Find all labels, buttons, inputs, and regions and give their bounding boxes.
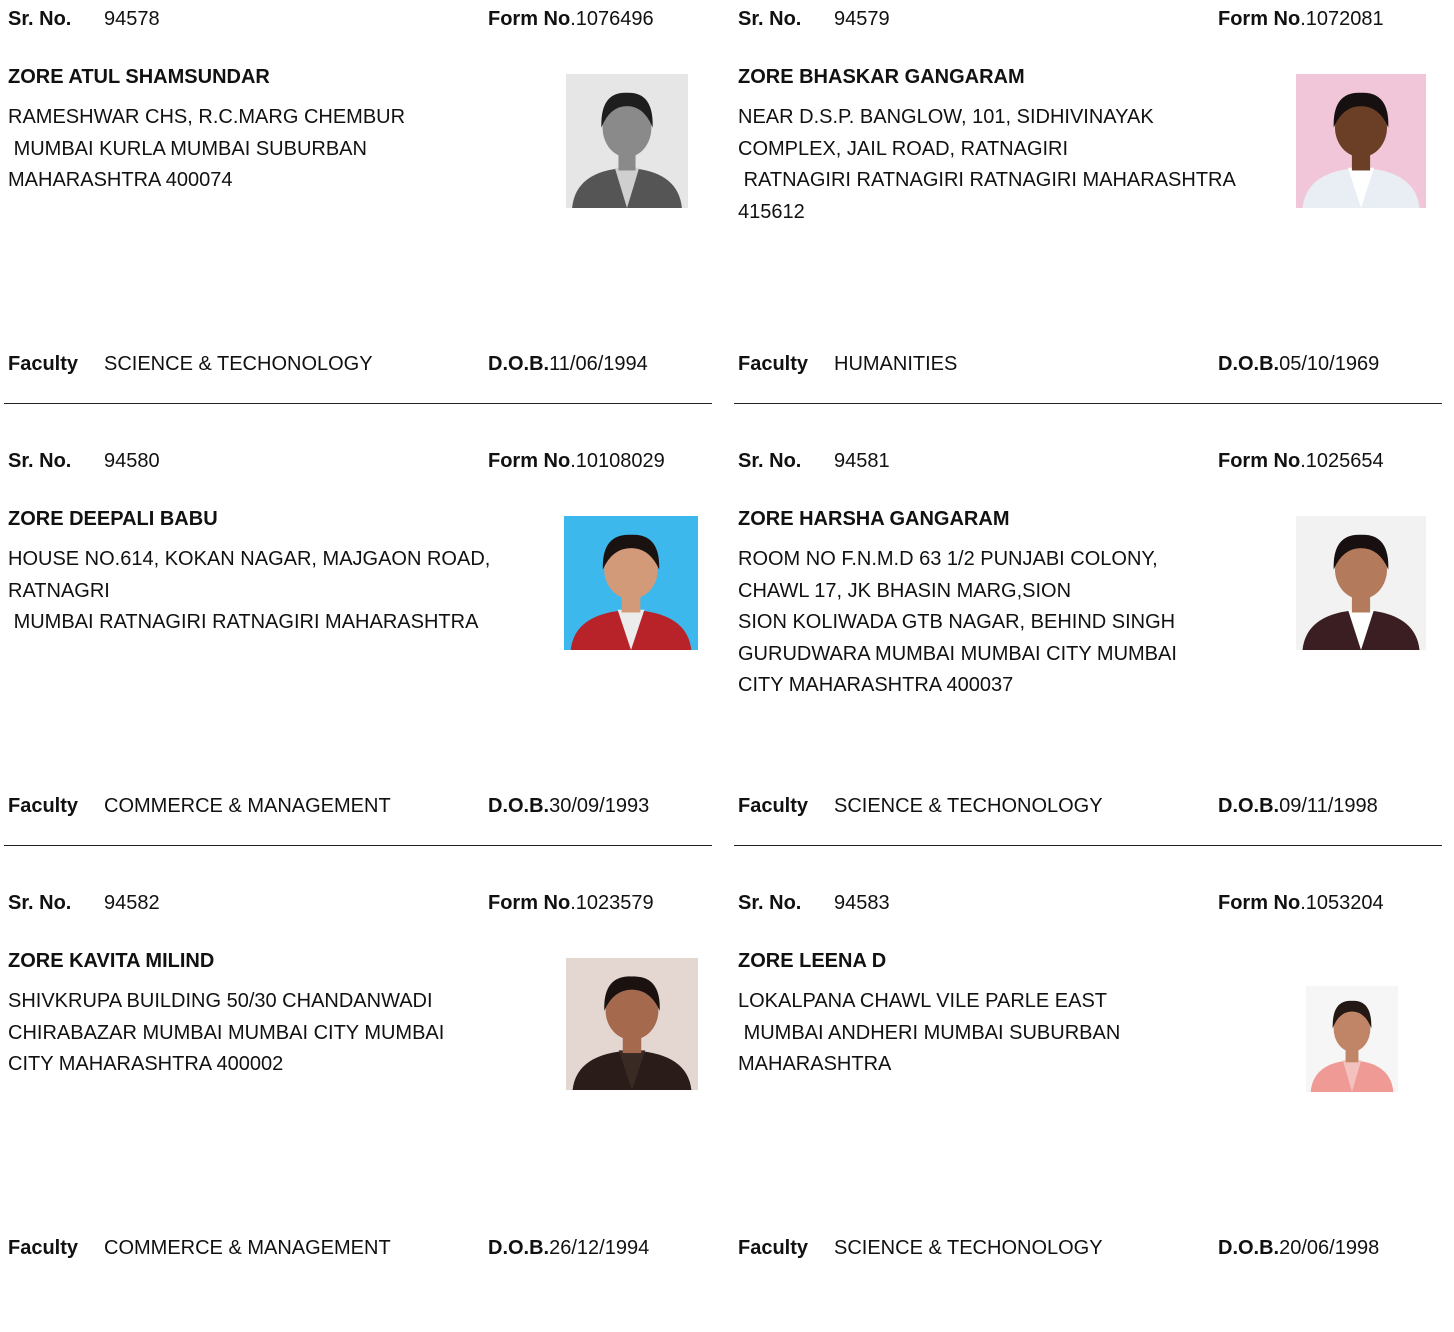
form-no-value: .1023579 — [570, 892, 654, 914]
record-card: Sr. No. 94582 Form No.1023579 ZORE KAVITA M… — [0, 890, 712, 1332]
faculty-label: Faculty — [738, 353, 809, 375]
faculty-value: SCIENCE & TECHONOLOGY — [834, 795, 1103, 817]
faculty-label: Faculty — [8, 1237, 79, 1259]
applicant-photo — [1296, 516, 1426, 650]
record-card: Sr. No. 94583 Form No.1053204 ZORE LEENA D L… — [730, 890, 1442, 1332]
sr-no-label: Sr. No. — [738, 450, 802, 472]
record-card: Sr. No. 94579 Form No.1072081 ZORE BHASKAR … — [730, 6, 1442, 448]
sr-no-label: Sr. No. — [8, 450, 72, 472]
applicant-name: ZORE ATUL SHAMSUNDAR — [8, 66, 270, 88]
dob: D.O.B.11/06/1994 — [488, 353, 648, 376]
faculty-value: HUMANITIES — [834, 353, 958, 375]
dob-label: D.O.B. — [1218, 353, 1280, 375]
form-no-label: Form No — [488, 892, 571, 914]
form-no: Form No.1072081 — [1218, 8, 1384, 31]
separator-line — [4, 845, 712, 846]
form-no: Form No.1076496 — [488, 8, 654, 31]
form-no-label: Form No — [488, 450, 571, 472]
form-no-label: Form No — [488, 8, 571, 30]
form-no-label: Form No — [1218, 8, 1301, 30]
dob-value: 20/06/1998 — [1279, 1237, 1380, 1259]
portrait-image — [564, 516, 698, 650]
faculty-label: Faculty — [738, 1237, 809, 1259]
applicant-address: ROOM NO F.N.M.D 63 1/2 PUNJABI COLONY, C… — [738, 548, 1177, 696]
applicant-address: LOKALPANA CHAWL VILE PARLE EAST MUMBAI A… — [738, 990, 1121, 1075]
portrait-image — [566, 74, 688, 208]
record-card: Sr. No. 94581 Form No.1025654 ZORE HARSHA G… — [730, 448, 1442, 890]
form-no-value: .1025654 — [1300, 450, 1384, 472]
sr-no-value: 94578 — [104, 8, 160, 30]
dob: D.O.B.26/12/1994 — [488, 1237, 649, 1260]
form-no-label: Form No — [1218, 450, 1301, 472]
form-no-value: .1072081 — [1300, 8, 1384, 30]
dob-label: D.O.B. — [1218, 1237, 1280, 1259]
sr-no-value: 94583 — [834, 892, 890, 914]
sr-no-label: Sr. No. — [8, 8, 72, 30]
form-no-value: .10108029 — [570, 450, 665, 472]
dob-value: 11/06/1994 — [549, 353, 648, 375]
sr-no-value: 94582 — [104, 892, 160, 914]
sr-no-value: 94579 — [834, 8, 890, 30]
form-no: Form No.10108029 — [488, 450, 665, 473]
sr-no-value: 94581 — [834, 450, 890, 472]
faculty-label: Faculty — [8, 353, 79, 375]
faculty-label: Faculty — [8, 795, 79, 817]
dob: D.O.B.30/09/1993 — [488, 795, 649, 818]
portrait-image — [1296, 74, 1426, 208]
records-grid: Sr. No. 94578 Form No.1076496 ZORE ATUL SHA… — [0, 0, 1454, 1277]
applicant-photo — [564, 516, 698, 650]
form-no-value: .1076496 — [570, 8, 654, 30]
faculty-value: COMMERCE & MANAGEMENT — [104, 795, 391, 817]
form-no: Form No.1053204 — [1218, 892, 1384, 915]
dob-label: D.O.B. — [488, 353, 550, 375]
applicant-photo — [566, 958, 698, 1090]
separator-line — [4, 403, 712, 404]
dob: D.O.B.09/11/1998 — [1218, 795, 1378, 818]
dob: D.O.B.05/10/1969 — [1218, 353, 1379, 376]
portrait-image — [1306, 986, 1398, 1092]
dob-label: D.O.B. — [488, 1237, 550, 1259]
applicant-address: HOUSE NO.614, KOKAN NAGAR, MAJGAON ROAD,… — [8, 548, 491, 633]
dob-label: D.O.B. — [488, 795, 550, 817]
sr-no-value: 94580 — [104, 450, 160, 472]
applicant-photo — [566, 74, 688, 208]
applicant-name: ZORE BHASKAR GANGARAM — [738, 66, 1025, 88]
applicant-address: NEAR D.S.P. BANGLOW, 101, SIDHIVINAYAK C… — [738, 106, 1236, 223]
record-card: Sr. No. 94578 Form No.1076496 ZORE ATUL SHA… — [0, 6, 712, 448]
applicant-photo — [1296, 74, 1426, 208]
record-card: Sr. No. 94580 Form No.10108029 ZORE DEEPALI… — [0, 448, 712, 890]
applicant-photo — [1306, 986, 1398, 1092]
sr-no-label: Sr. No. — [738, 8, 802, 30]
applicant-name: ZORE LEENA D — [738, 950, 887, 972]
faculty-value: SCIENCE & TECHONOLOGY — [834, 1237, 1103, 1259]
form-no: Form No.1025654 — [1218, 450, 1384, 473]
applicant-address: SHIVKRUPA BUILDING 50/30 CHANDANWADI CHI… — [8, 990, 445, 1075]
dob-label: D.O.B. — [1218, 795, 1280, 817]
portrait-image — [566, 958, 698, 1090]
form-no-label: Form No — [1218, 892, 1301, 914]
dob-value: 05/10/1969 — [1279, 353, 1380, 375]
separator-line — [734, 845, 1442, 846]
form-no: Form No.1023579 — [488, 892, 654, 915]
applicant-name: ZORE HARSHA GANGARAM — [738, 508, 1010, 530]
applicant-name: ZORE DEEPALI BABU — [8, 508, 218, 530]
dob-value: 26/12/1994 — [549, 1237, 650, 1259]
portrait-image — [1296, 516, 1426, 650]
applicant-address: RAMESHWAR CHS, R.C.MARG CHEMBUR MUMBAI K… — [8, 106, 406, 191]
faculty-value: COMMERCE & MANAGEMENT — [104, 1237, 391, 1259]
dob: D.O.B.20/06/1998 — [1218, 1237, 1379, 1260]
sr-no-label: Sr. No. — [738, 892, 802, 914]
form-no-value: .1053204 — [1300, 892, 1384, 914]
dob-value: 30/09/1993 — [549, 795, 650, 817]
faculty-label: Faculty — [738, 795, 809, 817]
sr-no-label: Sr. No. — [8, 892, 72, 914]
separator-line — [734, 403, 1442, 404]
dob-value: 09/11/1998 — [1279, 795, 1378, 817]
faculty-value: SCIENCE & TECHONOLOGY — [104, 353, 373, 375]
applicant-name: ZORE KAVITA MILIND — [8, 950, 215, 972]
